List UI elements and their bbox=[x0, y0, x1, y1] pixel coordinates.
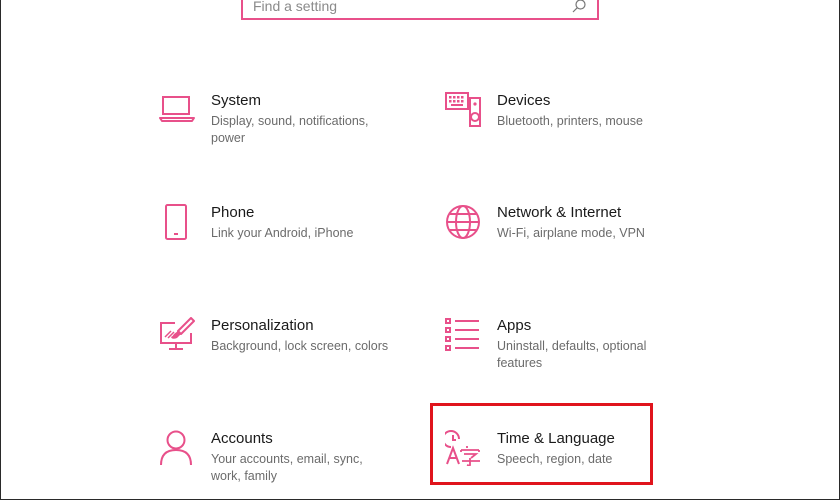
tile-description: Bluetooth, printers, mouse bbox=[497, 114, 643, 128]
tile-description: Wi-Fi, airplane mode, VPN bbox=[497, 226, 645, 240]
laptop-icon bbox=[159, 92, 195, 128]
settings-window: System Display, sound, notifications, po… bbox=[0, 0, 840, 500]
tile-title: Personalization bbox=[211, 317, 314, 334]
tile-title: Time & Language bbox=[497, 430, 615, 447]
tile-apps[interactable]: Apps Uninstall, defaults, optional featu… bbox=[445, 317, 675, 372]
search-box[interactable] bbox=[241, 0, 599, 20]
globe-icon bbox=[445, 204, 481, 240]
person-icon bbox=[159, 430, 195, 466]
tile-title: System bbox=[211, 92, 262, 109]
tile-time-language[interactable]: Time & Language Speech, region, date bbox=[445, 430, 665, 468]
tile-title: Devices bbox=[497, 92, 551, 109]
apps-list-icon bbox=[445, 317, 481, 353]
tile-phone[interactable]: Phone Link your Android, iPhone bbox=[159, 204, 399, 242]
tile-system[interactable]: System Display, sound, notifications, po… bbox=[159, 92, 399, 147]
keyboard-speaker-icon bbox=[445, 92, 481, 128]
tile-description: Speech, region, date bbox=[497, 452, 613, 466]
tile-description: Link your Android, iPhone bbox=[211, 226, 354, 240]
tile-network-internet[interactable]: Network & Internet Wi-Fi, airplane mode,… bbox=[445, 204, 685, 242]
tile-title: Accounts bbox=[211, 430, 273, 447]
tile-description: Background, lock screen, colors bbox=[211, 339, 389, 353]
phone-icon bbox=[159, 204, 195, 240]
tile-title: Network & Internet bbox=[497, 204, 622, 221]
tile-description: Your accounts, email, sync, work, family bbox=[211, 452, 363, 483]
tile-personalization[interactable]: Personalization Background, lock screen,… bbox=[159, 317, 409, 355]
paint-monitor-icon bbox=[159, 317, 195, 353]
tile-description: Uninstall, defaults, optional features bbox=[497, 339, 647, 370]
search-input[interactable] bbox=[253, 0, 571, 14]
tile-title: Phone bbox=[211, 204, 255, 221]
tile-title: Apps bbox=[497, 317, 532, 334]
tile-devices[interactable]: Devices Bluetooth, printers, mouse bbox=[445, 92, 685, 130]
tile-description: Display, sound, notifications, power bbox=[211, 114, 369, 145]
search-icon[interactable] bbox=[571, 0, 587, 14]
time-language-icon bbox=[445, 430, 481, 466]
tile-accounts[interactable]: Accounts Your accounts, email, sync, wor… bbox=[159, 430, 399, 485]
